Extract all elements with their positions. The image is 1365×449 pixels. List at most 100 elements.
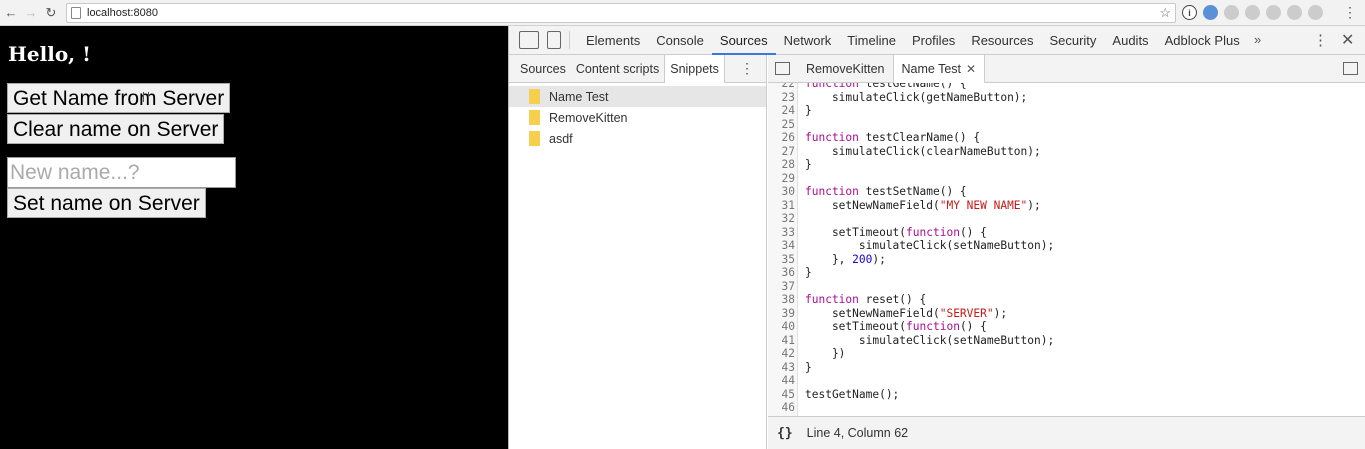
line-number: 41: [781, 333, 795, 347]
extension-icon[interactable]: [1308, 5, 1323, 20]
toolbar-divider: [569, 31, 570, 49]
line-number: 31: [781, 198, 795, 212]
code-text: simulateClick(setNameButton);: [805, 333, 1055, 347]
webpage-viewport: Hello, ! Get Name from Server Clear name…: [0, 26, 508, 449]
code-line: 39 setNewNameField("SERVER");: [768, 306, 1008, 321]
toggle-navigator-icon[interactable]: [775, 62, 790, 75]
extension-icon[interactable]: [1287, 5, 1302, 20]
code-text: }: [805, 104, 812, 117]
url-text: localhost:8080: [87, 7, 158, 19]
tab-network[interactable]: Network: [776, 26, 840, 55]
browser-toolbar: ← → ↻ localhost:8080 ☆ i ⋮: [0, 0, 1365, 26]
page-icon: [71, 7, 81, 19]
tab-timeline[interactable]: Timeline: [839, 26, 904, 55]
code-text: testGetName();: [805, 387, 900, 401]
navigator-tab-snippets[interactable]: Snippets: [664, 54, 725, 83]
editor-tab-removekitten[interactable]: RemoveKitten: [798, 55, 893, 83]
code-line: 24}: [768, 104, 812, 118]
snippet-list: Name Test RemoveKitten asdf: [509, 83, 766, 149]
editor-status-bar: {} Line 4, Column 62: [768, 416, 1365, 449]
code-line: 22 function testGetName() {: [768, 83, 967, 91]
forward-arrow-icon[interactable]: →: [22, 3, 40, 23]
code-text: }: [805, 158, 812, 171]
line-number: 34: [781, 239, 795, 252]
devtools-tab-bar: Elements Console Sources Network Timelin…: [509, 26, 1365, 55]
code-line: 45 testGetName();: [768, 387, 900, 402]
clear-name-button[interactable]: Clear name on Server: [7, 114, 225, 144]
line-number: 30: [781, 185, 795, 198]
new-name-input[interactable]: New name...?: [7, 157, 236, 188]
tab-profiles[interactable]: Profiles: [904, 26, 963, 55]
code-line: 38 function reset() {: [768, 293, 927, 307]
code-text: simulateClick(clearNameButton);: [805, 144, 1041, 158]
tab-audits[interactable]: Audits: [1104, 26, 1156, 55]
line-number: 43: [781, 360, 795, 374]
toggle-debugger-icon[interactable]: [1343, 62, 1358, 75]
code-line: 29: [768, 172, 795, 186]
code-area[interactable]: 22 function testGetName() {23 simulateCli…: [768, 83, 1365, 416]
devtools-panel: Elements Console Sources Network Timelin…: [508, 26, 1365, 449]
line-number: 33: [781, 225, 795, 239]
navigator-menu-icon[interactable]: ⋮: [740, 60, 754, 77]
code-text: }): [805, 347, 846, 360]
get-name-button[interactable]: Get Name from Server: [7, 83, 231, 113]
devtools-menu-icon[interactable]: ⋮: [1313, 31, 1328, 49]
back-arrow-icon[interactable]: ←: [2, 3, 20, 23]
code-line: 37: [768, 280, 795, 294]
line-number: 39: [781, 306, 795, 320]
more-tabs-icon[interactable]: »: [1254, 32, 1261, 47]
code-line: 42 }): [768, 347, 846, 361]
tab-security[interactable]: Security: [1041, 26, 1104, 55]
extension-icon[interactable]: [1224, 5, 1239, 20]
editor-tab-name-test[interactable]: Name Test ✕: [892, 54, 986, 83]
browser-menu-icon[interactable]: ⋮: [1343, 4, 1357, 21]
close-icon[interactable]: ✕: [1341, 30, 1354, 50]
tab-console[interactable]: Console: [648, 26, 712, 55]
code-line: 30 function testSetName() {: [768, 185, 967, 199]
extension-icon[interactable]: [1266, 5, 1281, 20]
text-cursor-icon: [143, 92, 149, 102]
code-line: 23 simulateClick(getNameButton);: [768, 90, 1028, 105]
tab-adblock-plus[interactable]: Adblock Plus: [1157, 26, 1248, 55]
extension-icon[interactable]: [1203, 5, 1218, 20]
line-number: 22: [781, 83, 795, 90]
set-name-button[interactable]: Set name on Server: [7, 188, 206, 218]
line-number: 24: [781, 104, 795, 117]
info-icon[interactable]: i: [1182, 5, 1197, 20]
code-text: function reset() {: [805, 293, 927, 306]
cursor-position: Line 4, Column 62: [806, 426, 909, 440]
navigator-tab-content-scripts[interactable]: Content scripts: [571, 55, 664, 83]
line-number: 23: [781, 90, 795, 104]
navigator-tab-sources[interactable]: Sources: [515, 55, 571, 83]
pretty-print-button[interactable]: {}: [777, 426, 793, 441]
address-bar[interactable]: localhost:8080 ☆: [66, 3, 1176, 23]
line-number: 38: [781, 293, 795, 306]
code-text: function testGetName() {: [805, 83, 967, 90]
line-number: 40: [781, 320, 795, 333]
code-text: setNewNameField("MY NEW NAME");: [805, 198, 1041, 212]
extension-icon[interactable]: [1245, 5, 1260, 20]
inspect-element-icon[interactable]: [519, 31, 539, 49]
code-line: 26 function testClearName() {: [768, 131, 981, 145]
line-number: 42: [781, 347, 795, 360]
snippet-item[interactable]: asdf: [509, 128, 766, 149]
code-line: 36}: [768, 266, 812, 280]
snippet-item[interactable]: RemoveKitten: [509, 107, 766, 128]
code-text: }: [805, 360, 812, 374]
tab-elements[interactable]: Elements: [578, 26, 648, 55]
editor-tab-label: Name Test: [901, 61, 962, 76]
device-mode-icon[interactable]: [547, 31, 561, 49]
tab-resources[interactable]: Resources: [963, 26, 1041, 55]
bookmark-star-icon[interactable]: ☆: [1159, 5, 1171, 21]
tab-sources[interactable]: Sources: [711, 26, 776, 55]
line-number: 45: [781, 387, 795, 401]
code-line: 32: [768, 212, 795, 226]
code-text: }, 200);: [805, 252, 886, 266]
close-tab-icon[interactable]: ✕: [966, 62, 976, 76]
code-line: 34 simulateClick(setNameButton);: [768, 239, 1055, 253]
code-text: function testSetName() {: [805, 185, 967, 198]
snippet-item[interactable]: Name Test: [509, 86, 766, 107]
code-line: 40 setTimeout(function() {: [768, 320, 987, 334]
snippet-file-icon: [529, 89, 540, 104]
reload-icon[interactable]: ↻: [42, 3, 60, 23]
